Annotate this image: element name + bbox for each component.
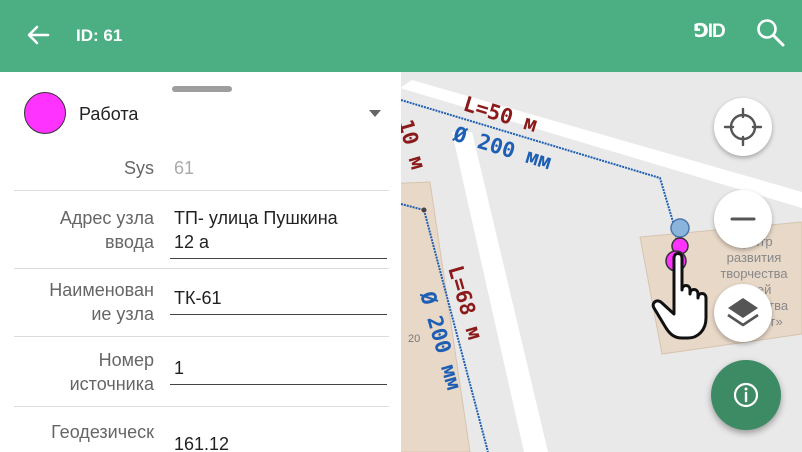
field-label-line: Адрес узла bbox=[59, 208, 154, 228]
house-number-label: 20 bbox=[408, 333, 420, 345]
info-button[interactable] bbox=[711, 360, 781, 430]
pid-button[interactable]: ⅁ID bbox=[694, 20, 726, 43]
status-label: Работа bbox=[79, 104, 139, 124]
address-input-line: 12 а bbox=[174, 232, 210, 252]
dropdown-arrow-icon bbox=[369, 110, 381, 117]
info-icon bbox=[733, 382, 759, 408]
divider bbox=[14, 336, 389, 337]
field-value-readonly: 61 bbox=[174, 158, 195, 178]
page-title: ID: 61 bbox=[76, 26, 123, 45]
divider bbox=[14, 268, 389, 269]
search-icon bbox=[757, 19, 785, 47]
divider bbox=[14, 406, 389, 407]
zoom-out-button[interactable] bbox=[714, 190, 772, 248]
status-color-indicator bbox=[24, 92, 66, 134]
crosshair-icon bbox=[723, 107, 763, 147]
field-label: Номер источника bbox=[70, 348, 154, 396]
node-name-input[interactable] bbox=[170, 286, 387, 315]
object-properties-panel: Работа Sys 61 Адрес узла ввода ТП- улица… bbox=[0, 72, 401, 452]
address-input[interactable]: ТП- улица Пушкина 12 а bbox=[170, 206, 387, 259]
field-label: Наименован ие узла bbox=[49, 278, 154, 326]
field-label: Адрес узла ввода bbox=[60, 206, 154, 254]
building-label-line: творчества bbox=[720, 266, 788, 281]
field-label-line: ввода bbox=[104, 232, 154, 252]
tap-hand-icon bbox=[651, 252, 708, 340]
search-button[interactable] bbox=[754, 16, 788, 50]
source-number-input[interactable] bbox=[170, 356, 387, 385]
address-input-line: ТП- улица Пушкина bbox=[174, 208, 338, 228]
geodetic-input[interactable] bbox=[170, 432, 387, 452]
field-label-line: Номер bbox=[98, 350, 154, 370]
field-label-line: ие узла bbox=[91, 304, 154, 324]
field-label: Sys bbox=[123, 158, 154, 178]
divider bbox=[14, 190, 389, 191]
map-node-blue[interactable] bbox=[670, 218, 690, 238]
field-label-line: Наименован bbox=[49, 280, 154, 300]
building-label-line: развития bbox=[727, 250, 782, 265]
minus-icon bbox=[730, 217, 756, 221]
arrow-left-icon bbox=[27, 25, 50, 45]
back-button[interactable] bbox=[20, 18, 56, 54]
locate-button[interactable] bbox=[714, 98, 772, 156]
status-selector[interactable]: Работа bbox=[0, 92, 401, 140]
pipe-joint bbox=[421, 207, 427, 213]
field-label: Геодезическ bbox=[51, 422, 154, 442]
app-bar: ID: 61 ⅁ID bbox=[0, 0, 802, 72]
field-label-line: источника bbox=[69, 374, 154, 394]
